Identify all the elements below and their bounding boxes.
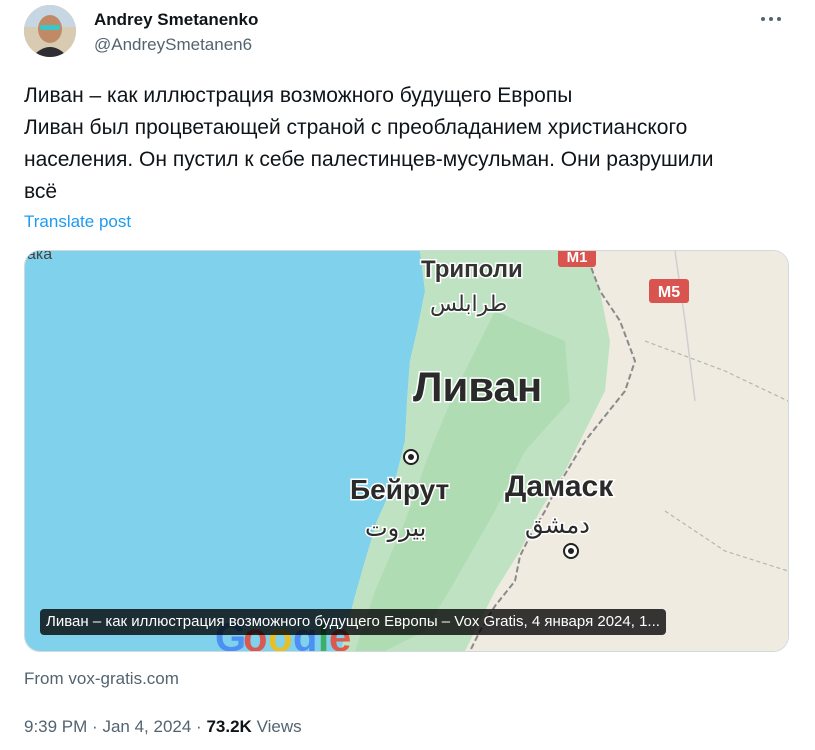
road-m1-label: M1 bbox=[567, 251, 588, 266]
views-count: 73.2K bbox=[206, 717, 252, 736]
card-caption: Ливан – как иллюстрация возможного будущ… bbox=[40, 609, 666, 635]
map-label-beirut: Бейрут bbox=[350, 474, 449, 505]
tweet-meta: 9:39 PM · Jan 4, 2024 · 73.2K Views bbox=[24, 717, 302, 737]
more-dots-icon bbox=[761, 17, 781, 21]
meta-separator: · bbox=[196, 717, 202, 736]
tweet-time[interactable]: 9:39 PM bbox=[24, 717, 87, 736]
tweet-text-line: всё bbox=[24, 180, 58, 203]
map-label-tripoli-ar: طرابلس bbox=[430, 292, 507, 317]
tweet-text-line: населения. Он пустил к себе палестинцев-… bbox=[24, 148, 714, 171]
link-card[interactable]: M1 M5 ака Триполи طرابلس Ливан Бейрут بي… bbox=[24, 250, 789, 652]
map-image: M1 M5 ака Триполи طرابلس Ливан Бейрут بي… bbox=[25, 251, 788, 651]
link-source[interactable]: From vox-gratis.com bbox=[24, 669, 179, 689]
translate-post-link[interactable]: Translate post bbox=[24, 212, 131, 232]
author-name[interactable]: Andrey Smetanenko bbox=[94, 10, 258, 30]
map-fragment-label: ака bbox=[27, 251, 52, 263]
author-avatar[interactable] bbox=[24, 5, 76, 57]
views-label: Views bbox=[256, 717, 302, 736]
map-label-tripoli: Триполи bbox=[421, 256, 523, 283]
author-handle[interactable]: @AndreySmetanen6 bbox=[94, 35, 252, 55]
tweet-text-line: Ливан – как иллюстрация возможного будущ… bbox=[24, 84, 573, 107]
tweet-text: Ливан – как иллюстрация возможного будущ… bbox=[24, 80, 784, 208]
more-options-button[interactable] bbox=[757, 8, 785, 30]
map-label-damascus: Дамаск bbox=[505, 470, 614, 503]
avatar-image bbox=[24, 5, 76, 57]
meta-separator: · bbox=[92, 717, 98, 736]
tweet-date[interactable]: Jan 4, 2024 bbox=[102, 717, 191, 736]
map-label-beirut-ar: بيروت bbox=[365, 514, 426, 542]
map-label-damascus-ar: دمشق bbox=[525, 511, 590, 539]
road-m5-label: M5 bbox=[658, 284, 680, 301]
map-label-lebanon: Ливан bbox=[413, 363, 542, 410]
tweet-text-line: Ливан был процветающей страной с преобла… bbox=[24, 116, 688, 139]
